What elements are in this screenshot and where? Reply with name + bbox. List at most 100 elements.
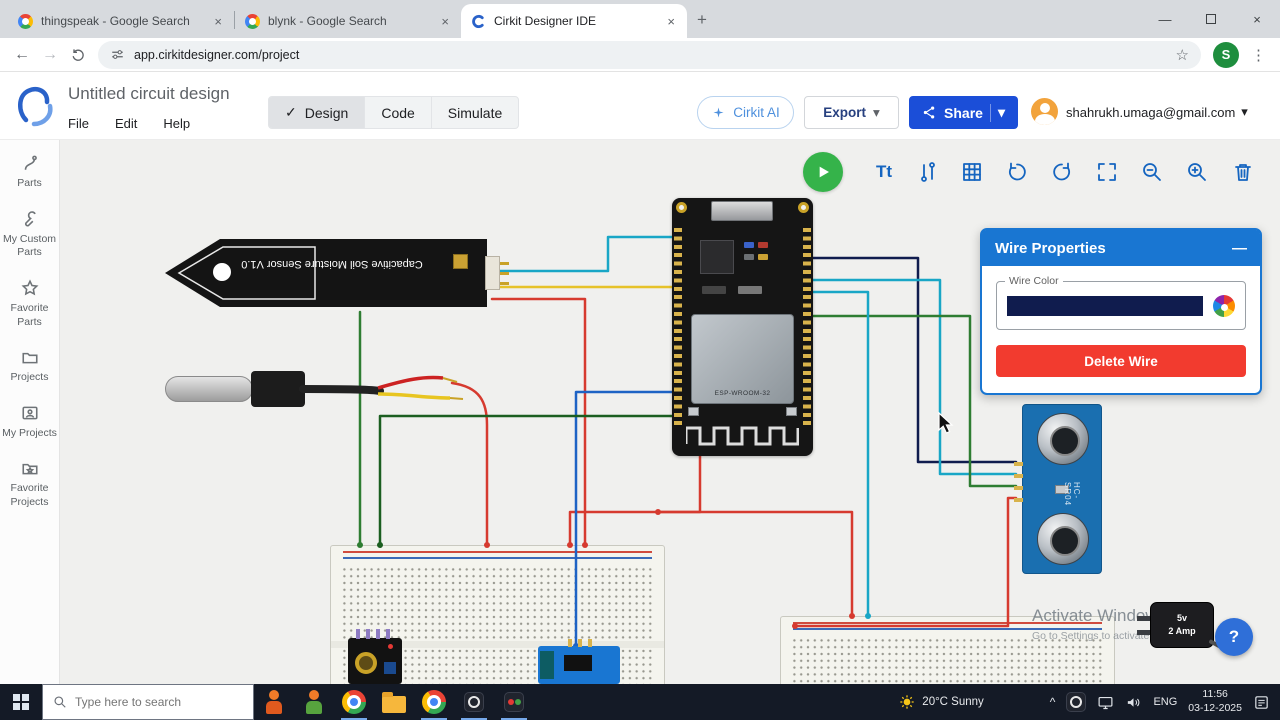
menu-file[interactable]: File (68, 116, 89, 131)
browser-tabstrip: thingspeak - Google Search × blynk - Goo… (0, 0, 1280, 38)
tab-code[interactable]: Code (365, 97, 432, 128)
account-avatar[interactable] (1031, 98, 1058, 125)
wire-properties-header[interactable]: Wire Properties — (982, 230, 1260, 266)
module-pin (376, 629, 380, 639)
site-info-icon[interactable] (110, 47, 125, 62)
rotate-cw-button[interactable] (1048, 158, 1076, 186)
project-title[interactable]: Untitled circuit design (68, 84, 230, 104)
start-button[interactable] (0, 684, 42, 720)
export-button[interactable]: Export ▾ (804, 96, 899, 129)
tab-close-icon[interactable]: × (439, 14, 451, 29)
sidebar-item-projects[interactable]: Projects (2, 348, 58, 385)
taskbar-file-explorer[interactable] (374, 684, 414, 720)
window-close-button[interactable]: × (1234, 0, 1280, 38)
taskbar-app-2[interactable] (294, 684, 334, 720)
delete-tool-button[interactable] (1229, 158, 1257, 186)
tab-cirkit-designer[interactable]: Cirkit Designer IDE × (461, 4, 687, 38)
window-minimize-button[interactable]: — (1142, 0, 1188, 38)
taskbar-app-1[interactable] (254, 684, 294, 720)
delete-wire-button[interactable]: Delete Wire (996, 345, 1246, 377)
clock-date: 03-12-2025 (1188, 702, 1242, 714)
tab-thingspeak[interactable]: thingspeak - Google Search × (8, 4, 234, 38)
sidebar-item-favorite-parts[interactable]: Favorite Parts (2, 279, 58, 329)
zoom-in-button[interactable] (1183, 158, 1211, 186)
new-tab-button[interactable]: + (697, 10, 707, 30)
wire-color-field[interactable]: Wire Color (996, 275, 1246, 330)
browser-profile-avatar[interactable]: S (1213, 41, 1239, 68)
tray-expand-icon[interactable]: ^ (1050, 695, 1056, 709)
taskbar-clock[interactable]: 11:56 03-12-2025 (1188, 688, 1242, 715)
cirkit-ai-button[interactable]: Cirkit AI (697, 96, 794, 129)
esp32-board[interactable]: ESP-WROOM-32 (672, 198, 813, 456)
wire[interactable] (490, 297, 587, 547)
wire[interactable] (568, 454, 702, 547)
ultrasonic-sensor[interactable]: HC-SR04 (1014, 404, 1102, 574)
tab-close-icon[interactable]: × (212, 14, 224, 29)
tray-obs-icon[interactable] (1066, 692, 1087, 712)
mode-label: Design (304, 104, 349, 121)
volume-icon[interactable] (1125, 694, 1142, 711)
chevron-down-icon[interactable]: ▾ (998, 104, 1005, 121)
text-tool-button[interactable]: Tt (870, 158, 898, 186)
temperature-probe[interactable] (165, 368, 475, 414)
tab-design[interactable]: ✓ Design (269, 97, 366, 128)
menu-edit[interactable]: Edit (115, 116, 137, 131)
bookmark-star-icon[interactable]: ☆ (1176, 46, 1189, 64)
back-icon[interactable]: ← (14, 46, 30, 63)
tab-simulate[interactable]: Simulate (432, 97, 518, 128)
wire[interactable] (793, 496, 1018, 628)
account-menu[interactable]: shahrukh.umaga@gmail.com ▾ (1066, 104, 1248, 120)
taskbar-media-app[interactable] (494, 684, 534, 720)
taskbar-search[interactable] (42, 684, 254, 720)
mode-switcher: ✓ Design Code Simulate (268, 96, 520, 129)
tab-blynk[interactable]: blynk - Google Search × (235, 4, 461, 38)
cirkit-ai-label: Cirkit AI (733, 105, 780, 120)
fit-view-button[interactable] (1093, 158, 1121, 186)
zoom-out-button[interactable] (1138, 158, 1166, 186)
wire[interactable] (656, 510, 854, 618)
window-maximize-button[interactable] (1188, 0, 1234, 38)
taskbar-weather[interactable]: 20°C Sunny (899, 694, 984, 710)
sensor-module-black[interactable] (348, 629, 402, 684)
network-icon[interactable] (1097, 694, 1114, 711)
share-button[interactable]: Share ▾ (909, 96, 1018, 129)
probe-wires (299, 375, 464, 400)
wire[interactable] (811, 290, 870, 618)
esp32-usb-chip (700, 240, 734, 274)
url-field[interactable]: app.cirkitdesigner.com/project ☆ (98, 40, 1201, 69)
module-pin (588, 639, 592, 647)
run-simulation-button[interactable] (803, 152, 843, 192)
taskbar-chrome-2[interactable] (414, 684, 454, 720)
sidebar-item-parts[interactable]: Parts (2, 154, 58, 191)
hcsr04-pin (1014, 498, 1023, 502)
taskbar-chrome[interactable] (334, 684, 374, 720)
wire-tool-button[interactable] (914, 158, 942, 186)
wire[interactable] (574, 390, 674, 648)
esp32-usb-port (711, 201, 773, 221)
palette-icon[interactable] (1213, 295, 1235, 317)
reload-icon[interactable] (70, 47, 86, 63)
sidebar-item-my-custom-parts[interactable]: My Custom Parts (2, 210, 58, 260)
wire[interactable] (378, 414, 674, 547)
panel-minimize-icon[interactable]: — (1232, 240, 1247, 257)
search-input[interactable] (75, 695, 225, 709)
language-indicator[interactable]: ENG (1153, 696, 1177, 708)
browser-menu-icon[interactable]: ⋮ (1251, 46, 1266, 64)
tab-close-icon[interactable]: × (665, 14, 677, 29)
esp32-shield-label: ESP-WROOM-32 (714, 390, 771, 397)
sensor-module-blue[interactable] (538, 639, 620, 684)
rotate-ccw-button[interactable] (1003, 158, 1031, 186)
wire-color-swatch[interactable] (1007, 296, 1203, 316)
power-adapter[interactable]: 5v 2 Amp (1137, 598, 1230, 656)
smd-part (744, 254, 754, 260)
grid-tool-button[interactable] (958, 158, 986, 186)
sidebar-item-my-projects[interactable]: My Projects (2, 404, 58, 441)
soil-moisture-sensor[interactable]: Capacitive Soil Moisture Sensor V1.0 (165, 232, 613, 314)
design-canvas[interactable]: Capacitive Soil Moisture Sensor V1.0 ESP… (60, 140, 1280, 684)
notification-icon[interactable] (1253, 694, 1270, 711)
taskbar-obs[interactable] (454, 684, 494, 720)
menu-help[interactable]: Help (163, 116, 190, 131)
help-button[interactable]: ? (1215, 618, 1253, 656)
sidebar-item-favorite-projects[interactable]: Favorite Projects (2, 459, 58, 509)
forward-icon[interactable]: → (42, 46, 58, 63)
